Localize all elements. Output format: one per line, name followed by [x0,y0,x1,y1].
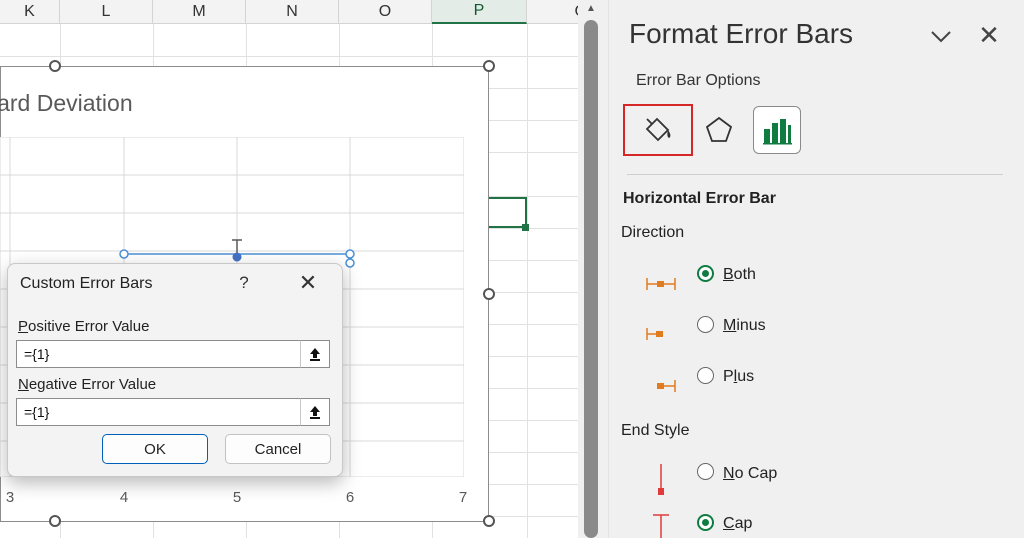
direction-minus-radio[interactable] [697,316,714,333]
direction-both-radio[interactable] [697,265,714,282]
resize-handle[interactable] [483,288,495,300]
end-style-label: End Style [621,422,690,439]
direction-both-label[interactable]: Both [723,266,756,284]
positive-error-label: Positive Error Value [18,318,150,335]
pane-divider [627,174,1003,175]
horizontal-error-bar-section[interactable]: Horizontal Error Bar [623,190,776,208]
x-tick-label: 6 [345,489,355,506]
scroll-up-icon[interactable]: ▲ [584,2,598,16]
error-bar-options-dropdown[interactable]: Error Bar Options [636,72,760,90]
pentagon-icon [705,116,733,142]
resize-handle[interactable] [483,60,495,72]
scrollbar-thumb[interactable] [584,20,598,538]
help-icon[interactable]: ? [234,273,254,293]
resize-handle[interactable] [49,60,61,72]
x-tick-label: 4 [119,489,129,506]
worksheet-grid[interactable]: K L M N O P C lard Deviation [0,0,578,538]
column-header-k[interactable]: K [0,0,60,24]
resize-handle[interactable] [483,515,495,527]
format-error-bars-pane: Format Error Bars ✕ Error Bar Options Ho… [608,0,1024,538]
direction-plus-label[interactable]: Plus [723,368,754,386]
direction-plus-icon [657,380,676,392]
effects-tab[interactable] [695,104,743,156]
column-header-m[interactable]: M [153,0,246,24]
negative-error-input[interactable] [16,398,308,426]
collapse-dialog-icon [310,406,320,419]
chart-title[interactable]: lard Deviation [0,90,133,117]
collapse-dialog-icon [310,348,320,361]
positive-error-input[interactable] [16,340,308,368]
fill-handle[interactable] [522,224,529,231]
direction-label: Direction [621,224,685,241]
pane-title: Format Error Bars [629,18,854,49]
column-header-n[interactable]: N [246,0,339,24]
bar-chart-icon [763,119,792,145]
column-header-p[interactable]: P [432,0,527,24]
column-header-l[interactable]: L [60,0,153,24]
positive-range-select-button[interactable] [300,340,330,368]
fill-line-tab[interactable] [623,104,693,156]
column-header-q[interactable]: C [527,0,578,24]
grid-line [0,56,578,57]
error-bar-options-tab[interactable] [753,106,801,154]
custom-error-bars-dialog[interactable]: Custom Error Bars ? ✕ Positive Error Val… [7,263,343,477]
cap-icon [653,514,669,538]
x-tick-label: 7 [458,489,468,506]
dialog-close-icon[interactable]: ✕ [296,270,320,296]
negative-error-label: Negative Error Value [18,376,157,393]
cancel-button[interactable]: Cancel [225,434,331,464]
resize-handle[interactable] [49,515,61,527]
cap-radio[interactable] [697,514,714,531]
chevron-down-icon[interactable] [927,22,955,50]
paint-bucket-icon [645,117,671,142]
direction-both-icon [646,278,676,290]
dialog-title: Custom Error Bars [20,275,153,292]
x-tick-label: 3 [5,489,15,506]
direction-minus-label[interactable]: Minus [723,317,766,335]
pane-close-icon[interactable]: ✕ [975,20,1003,51]
grid-line [527,24,528,538]
negative-range-select-button[interactable] [300,398,330,426]
direction-minus-icon [646,328,663,340]
no-cap-label[interactable]: No Cap [723,465,777,483]
no-cap-icon [658,464,664,495]
no-cap-radio[interactable] [697,463,714,480]
column-header-o[interactable]: O [339,0,432,24]
direction-plus-radio[interactable] [697,367,714,384]
x-tick-label: 5 [232,489,242,506]
cap-label[interactable]: Cap [723,515,752,533]
ok-button[interactable]: OK [102,434,208,464]
